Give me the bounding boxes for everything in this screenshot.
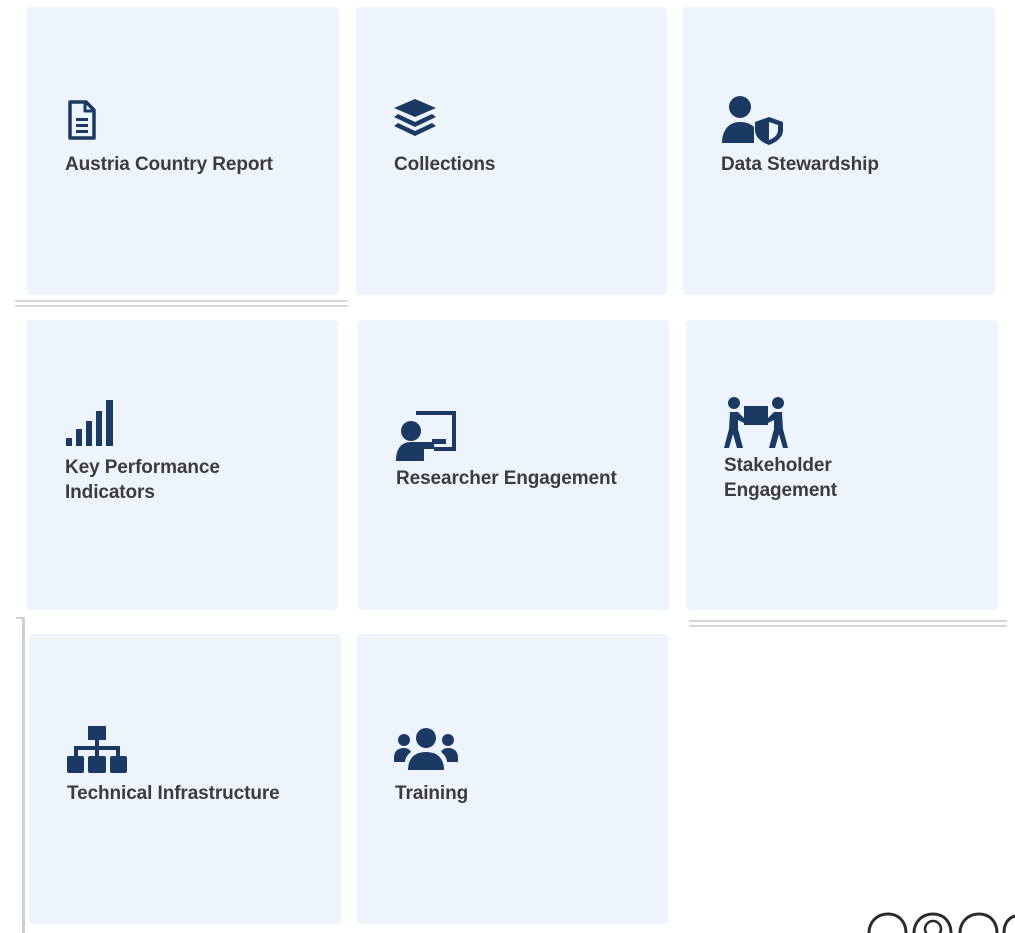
left-border [16,617,22,619]
tile-label: Austria Country Report [65,154,273,175]
tile-collections[interactable]: Collections [356,7,667,295]
tile-data-stewardship[interactable]: Data Stewardship [683,7,995,295]
tile-label: Key Performance Indicators [65,457,220,503]
row-divider [689,620,1007,622]
left-border [22,617,25,933]
tile-stakeholder-engagement[interactable]: Stakeholder Engagement [686,320,998,610]
user-shield-icon [721,95,785,145]
logo-fragment-icon [864,912,1015,933]
tile-researcher-engagement[interactable]: Researcher Engagement [358,320,669,610]
tile-training[interactable]: Training [357,634,668,924]
row-divider [15,300,348,302]
tile-label: Collections [394,154,496,175]
people-carry-icon [724,396,788,450]
row-divider [689,625,1007,627]
tile-label: Training [395,783,469,804]
document-icon [66,99,98,141]
tile-label: Technical Infrastructure [67,783,280,804]
layers-icon [392,97,438,141]
tile-technical-infrastructure[interactable]: Technical Infrastructure [29,634,341,924]
sitemap-icon [66,726,128,774]
tile-austria-country-report[interactable]: Austria Country Report [27,7,339,295]
users-group-icon [394,728,458,772]
tile-label: Researcher Engagement [396,468,617,489]
chalkboard-teacher-icon [396,409,460,463]
tile-label: Data Stewardship [721,154,879,175]
portal-page: { "tiles": [ {"label": "Austria Country … [0,0,1015,933]
row-divider [15,305,348,307]
tile-label: Stakeholder Engagement [724,455,838,501]
signal-bars-icon [65,398,125,448]
tile-key-performance-indicators[interactable]: Key Performance Indicators [27,320,338,610]
